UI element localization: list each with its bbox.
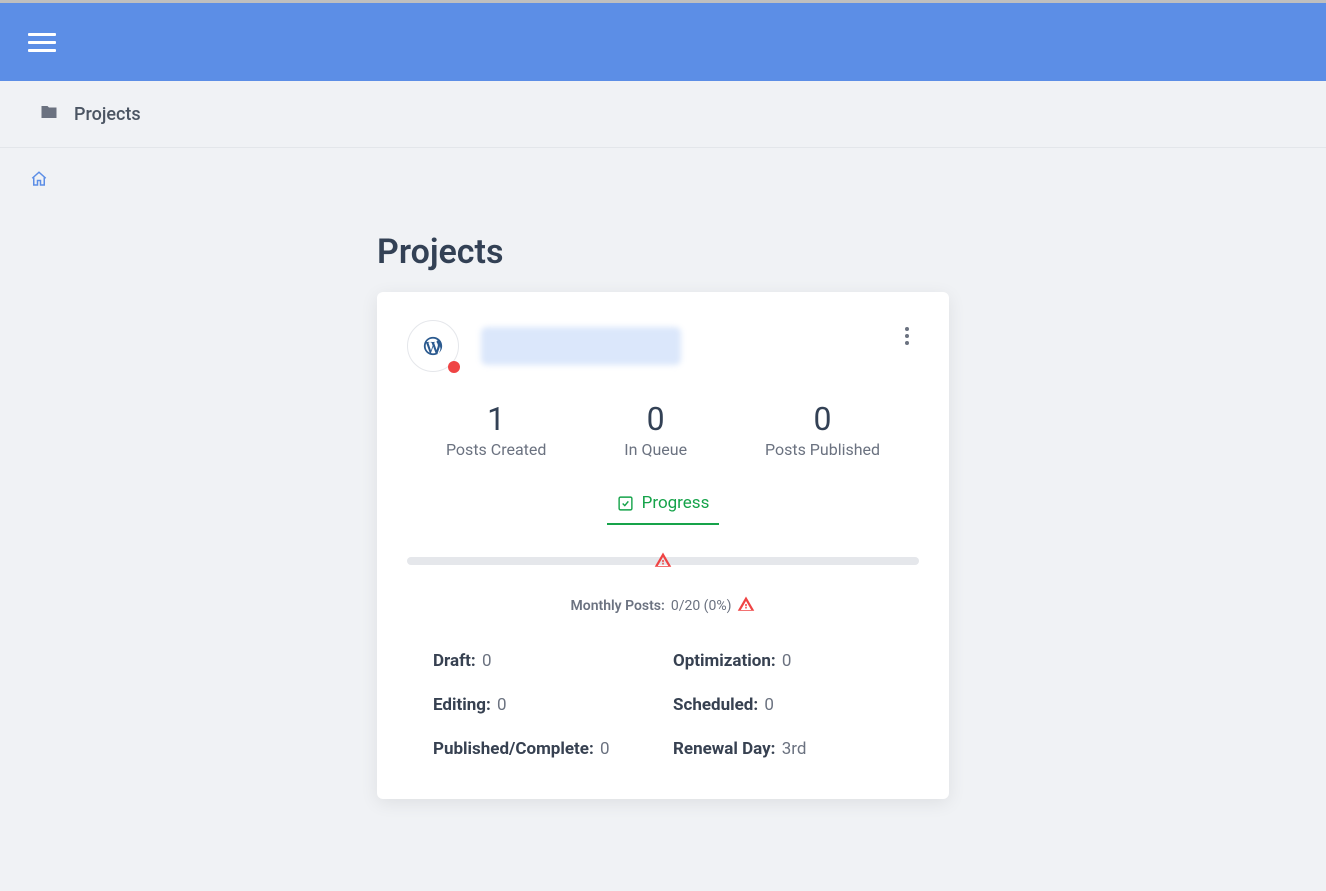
- topbar: [0, 3, 1326, 81]
- status-dot-offline: [448, 361, 460, 373]
- details-grid: Draft: 0 Optimization: 0 Editing: 0 Sche…: [407, 651, 919, 759]
- card-menu-button[interactable]: [895, 324, 919, 348]
- check-box-icon: [617, 495, 634, 512]
- menu-toggle-button[interactable]: [28, 28, 56, 56]
- stats-row: 1 Posts Created 0 In Queue 0 Posts Publi…: [407, 400, 919, 459]
- detail-renewal: Renewal Day: 3rd: [673, 739, 893, 759]
- detail-published: Published/Complete: 0: [433, 739, 653, 759]
- breadcrumb: [0, 148, 1326, 192]
- card-header: [407, 320, 919, 372]
- folder-icon: [40, 103, 58, 125]
- subbar: Projects: [0, 81, 1326, 148]
- monthly-label: Monthly Posts:: [571, 598, 665, 614]
- stat-value: 0: [765, 400, 880, 438]
- detail-editing: Editing: 0: [433, 695, 653, 715]
- project-avatar: [407, 320, 459, 372]
- content: Projects 1 Posts Created 0 In Queue: [0, 192, 1326, 799]
- wordpress-icon: [422, 335, 444, 357]
- warning-icon: [737, 595, 755, 617]
- tabs: Progress: [407, 493, 919, 525]
- tab-label: Progress: [642, 493, 710, 513]
- stat-posts-created: 1 Posts Created: [446, 400, 546, 459]
- stat-value: 0: [624, 400, 687, 438]
- stat-label: Posts Published: [765, 440, 880, 459]
- project-card: 1 Posts Created 0 In Queue 0 Posts Publi…: [377, 292, 949, 799]
- stat-value: 1: [446, 400, 546, 438]
- project-name-redacted[interactable]: [481, 327, 681, 365]
- stat-posts-published: 0 Posts Published: [765, 400, 880, 459]
- home-icon[interactable]: [30, 173, 48, 192]
- monthly-posts: Monthly Posts: 0/20 (0%): [407, 595, 919, 617]
- detail-optimization: Optimization: 0: [673, 651, 893, 671]
- subbar-title: Projects: [74, 104, 141, 125]
- tab-progress[interactable]: Progress: [607, 493, 720, 525]
- detail-scheduled: Scheduled: 0: [673, 695, 893, 715]
- stat-label: Posts Created: [446, 440, 546, 459]
- detail-draft: Draft: 0: [433, 651, 653, 671]
- warning-icon: [654, 551, 672, 573]
- page-title: Projects: [377, 232, 949, 272]
- monthly-value: 0/20 (0%): [671, 598, 732, 614]
- progress-bar: [407, 557, 919, 565]
- stat-in-queue: 0 In Queue: [624, 400, 687, 459]
- stat-label: In Queue: [624, 440, 687, 459]
